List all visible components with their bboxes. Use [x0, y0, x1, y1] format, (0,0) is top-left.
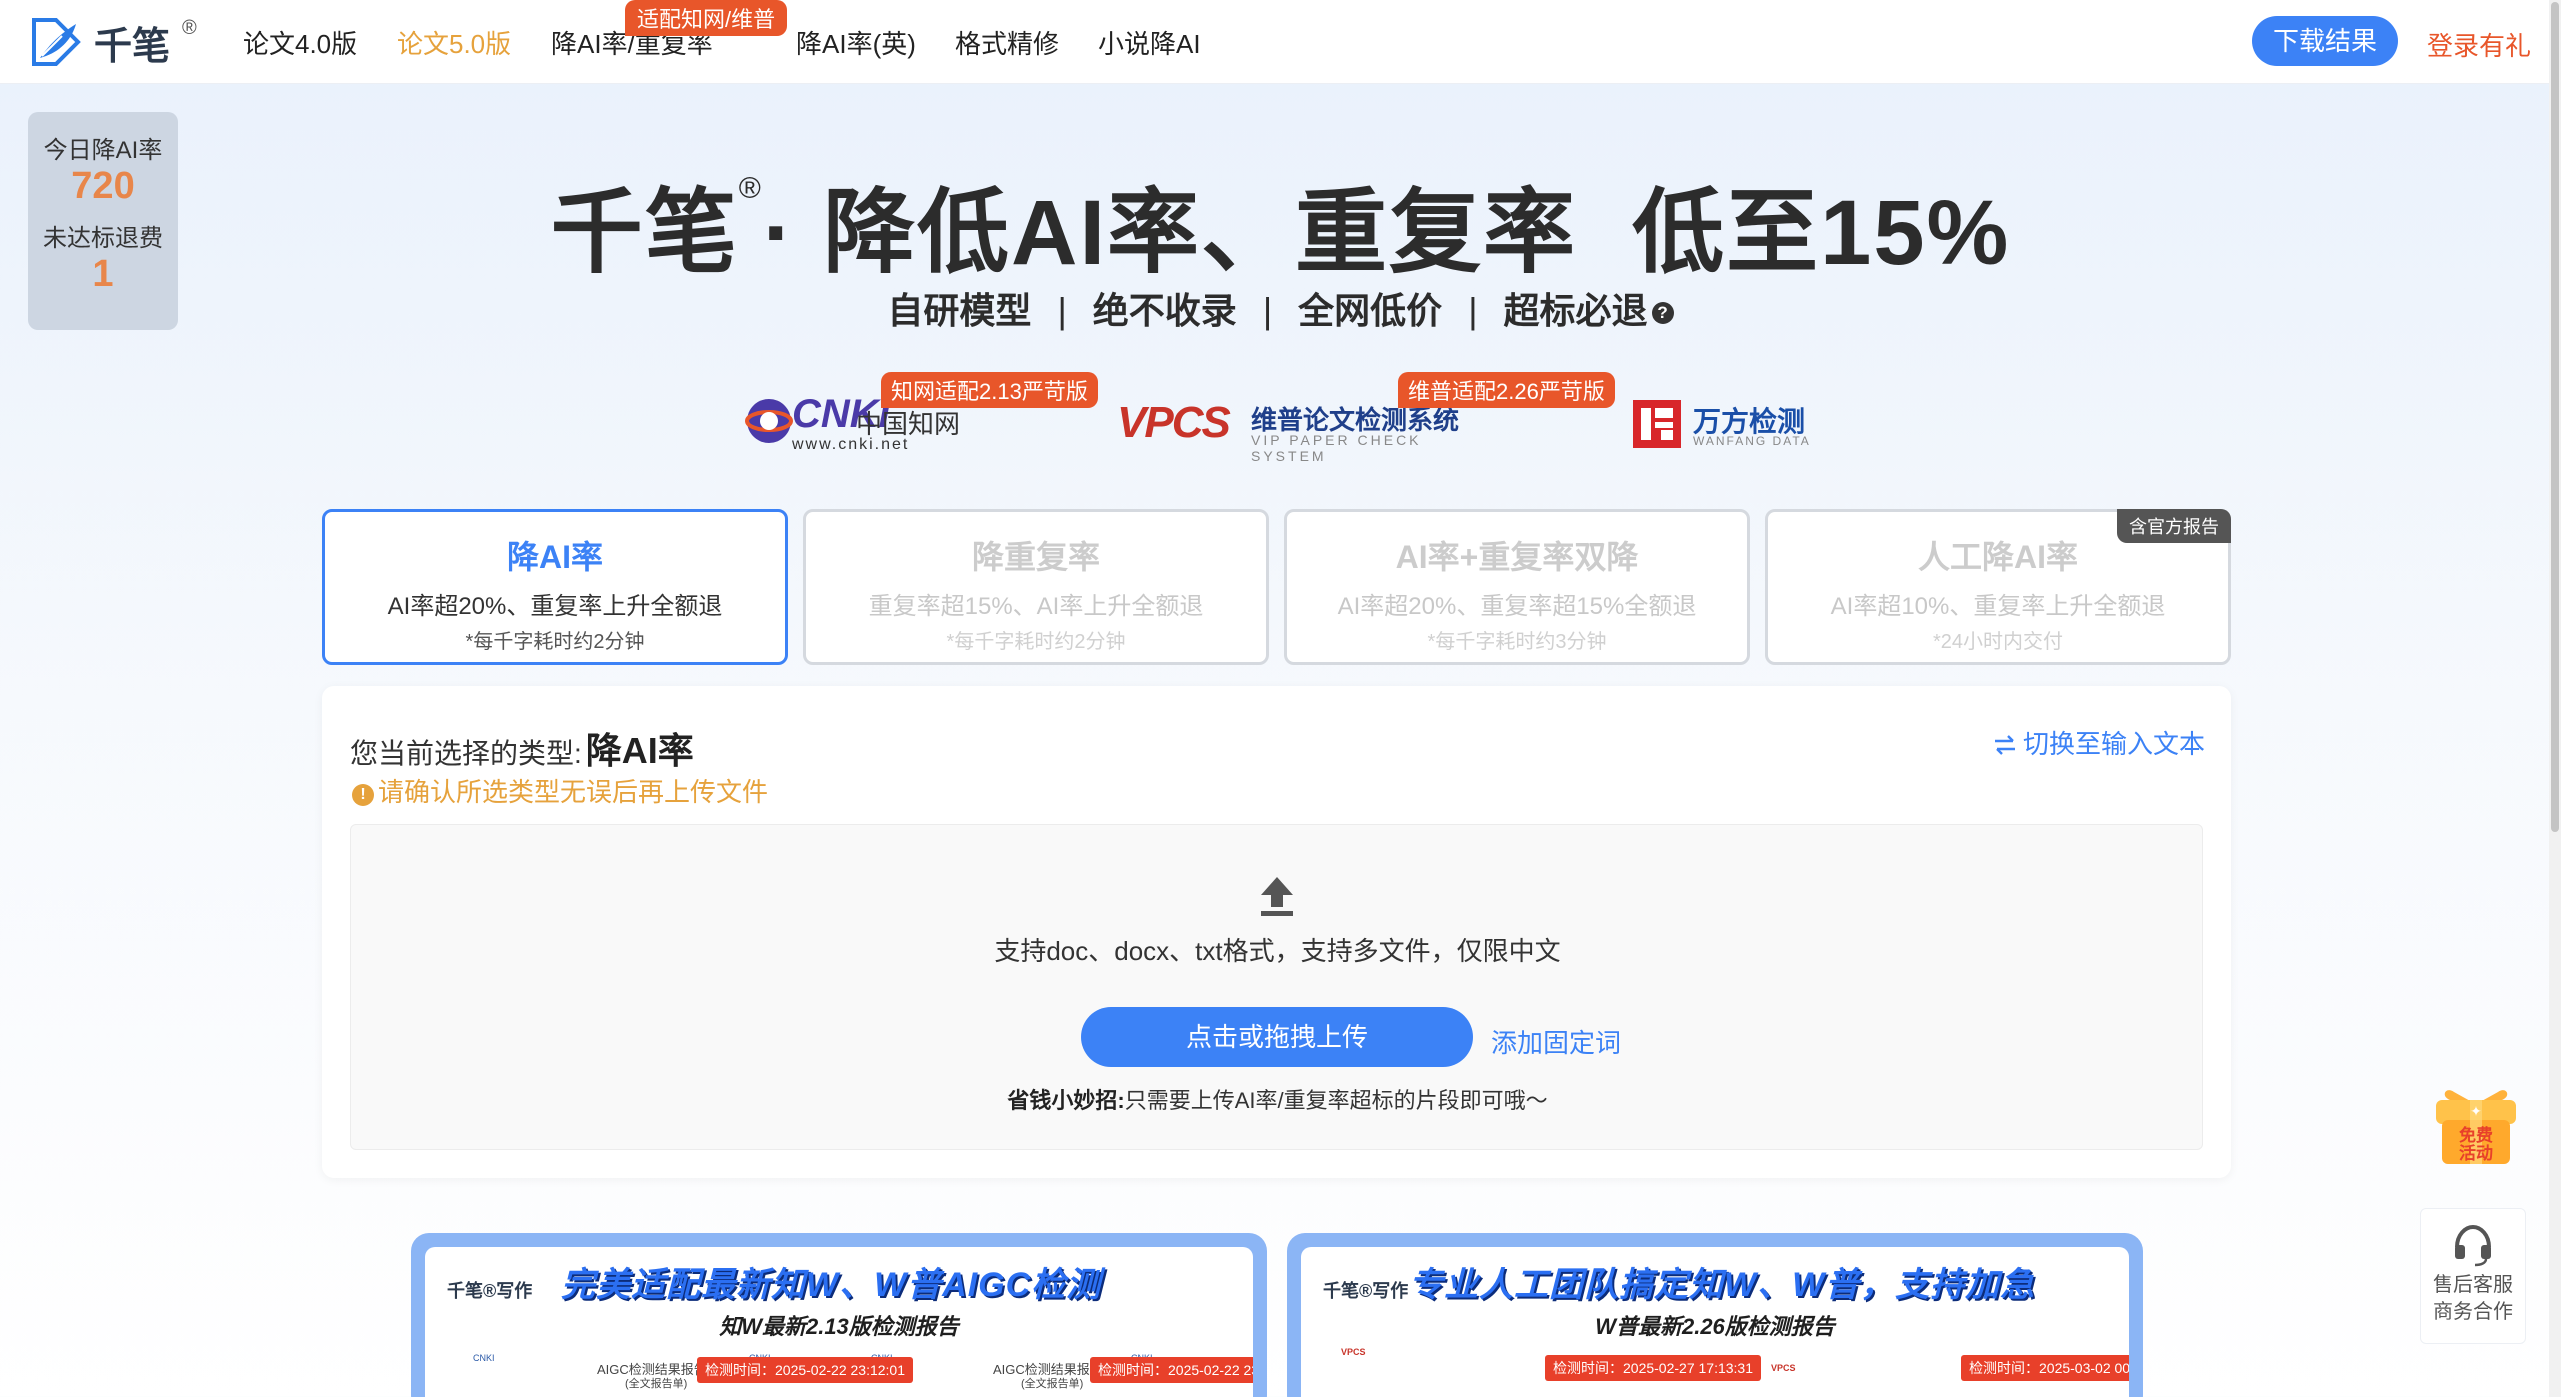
- report-time-2: 检测时间：2025-03-02 00:37:31: [1961, 1355, 2129, 1381]
- promo-line-1: 免费: [2459, 1126, 2493, 1145]
- report-banner-content: 千笔®写作 专业人工团队搞定知W、W普，支持加急 W普最新2.26版检测报告 V…: [1301, 1247, 2129, 1397]
- report-banner-vip[interactable]: 千笔®写作 专业人工团队搞定知W、W普，支持加急 W普最新2.26版检测报告 V…: [1287, 1233, 2143, 1397]
- feature-low-price: 全网低价: [1298, 290, 1443, 331]
- official-report-badge: 含官方报告: [2117, 509, 2231, 543]
- tip-text: 只需要上传AI率/重复率超标的片段即可哦～: [1124, 1088, 1548, 1113]
- promo-line-2: 活动: [2459, 1144, 2493, 1163]
- type-warning: ! 请确认所选类型无误后再上传文件: [352, 772, 768, 809]
- nav-item-thesis-5[interactable]: 论文5.0版: [397, 24, 511, 61]
- feature-no-record: 绝不收录: [1092, 290, 1237, 331]
- headset-icon: [2455, 1224, 2491, 1267]
- report-title: 专业人工团队搞定知W、W普，支持加急: [1409, 1266, 2036, 1304]
- nav-badge-compat: 适配知网/维普: [625, 0, 788, 36]
- nav-item-thesis-4[interactable]: 论文4.0版: [243, 24, 357, 61]
- selected-type-line: 您当前选择的类型: 降AI率: [350, 722, 694, 774]
- download-results-button[interactable]: 下载结果: [2252, 16, 2398, 66]
- report-banner-content: 千笔®写作 完美适配最新知W、W普AIGC检测 知W最新2.13版检测报告 CN…: [425, 1247, 1253, 1397]
- hero-title: 千笔®· 降低AI率、重复率 低至15%: [0, 158, 2561, 291]
- cnki-badge: 知网适配2.13严苛版: [881, 372, 1098, 408]
- type-title: 降重复率: [971, 539, 1100, 575]
- partner-wanfang: 万方检测 WANFANG DATA: [1633, 398, 1823, 450]
- top-nav-bar: 千笔 ® 论文4.0版 论文5.0版 降AI率/重复率 降AI率(英) 格式精修…: [0, 0, 2561, 84]
- selected-type-value: 降AI率: [585, 730, 694, 771]
- nav-item-reduce-ai-en[interactable]: 降AI率(英): [796, 24, 916, 61]
- switch-to-text-input-link[interactable]: 切换至输入文本: [1993, 724, 2205, 761]
- upload-button[interactable]: 点击或拖拽上传: [1081, 1007, 1473, 1067]
- wanfang-logo-icon: [1633, 400, 1681, 448]
- upload-icon: [1261, 877, 1293, 916]
- login-gift-link[interactable]: 登录有礼: [2427, 26, 2531, 63]
- service-line-1: 售后客服: [2433, 1274, 2513, 1296]
- type-card-manual-reduce-ai[interactable]: 含官方报告 人工降AI率 AI率超10%、重复率上升全额退 *24小时内交付: [1765, 509, 2231, 665]
- report-cnki-small-logo: CNKI: [473, 1353, 495, 1363]
- type-title: AI率+重复率双降: [1395, 539, 1639, 575]
- supported-formats-text: 支持doc、docx、txt格式，支持多文件，仅限中文: [994, 936, 1561, 966]
- type-card-dual-reduce[interactable]: AI率+重复率双降 AI率超20%、重复率超15%全额退 *每千字耗时约3分钟: [1284, 509, 1750, 665]
- wanfang-name-en: WANFANG DATA: [1693, 434, 1811, 448]
- hero-title-rest: · 降低AI率、重复率 低至15%: [762, 182, 2011, 284]
- money-saving-tip: 省钱小妙招:只需要上传AI率/重复率超标的片段即可哦～: [351, 1083, 2204, 1115]
- hero-reg-mark: ®: [738, 172, 763, 205]
- service-line-2: 商务合作: [2433, 1301, 2513, 1323]
- report-doc-sub-2: (全文报告单): [1021, 1378, 1084, 1390]
- report-subtitle: W普最新2.26版检测报告: [1595, 1314, 1835, 1339]
- nav-item-format-polish[interactable]: 格式精修: [955, 24, 1059, 61]
- tip-label: 省钱小妙招:: [1007, 1088, 1125, 1113]
- report-vpcs-small-logo-2: VPCS: [1771, 1363, 1796, 1373]
- scrollbar-thumb[interactable]: [2551, 2, 2559, 832]
- report-doc-sub: (全文报告单): [625, 1378, 688, 1390]
- type-desc: 重复率超15%、AI率上升全额退: [868, 593, 1204, 620]
- upload-panel: 您当前选择的类型: 降AI率 ! 请确认所选类型无误后再上传文件 切换至输入文本 支…: [322, 686, 2231, 1178]
- brand-name: 千笔: [94, 25, 171, 68]
- type-eta: *24小时内交付: [1932, 631, 2064, 653]
- cnki-url: www.cnki.net: [792, 436, 910, 453]
- type-desc: AI率超20%、重复率超15%全额退: [1337, 593, 1697, 620]
- type-desc: AI率超10%、重复率上升全额退: [1830, 593, 2166, 620]
- warning-icon: !: [352, 784, 374, 806]
- cnki-globe-icon: [745, 399, 793, 443]
- report-subtitle: 知W最新2.13版检测报告: [719, 1314, 959, 1339]
- report-time-2: 检测时间：2025-02-22 23:48:43: [1090, 1357, 1253, 1383]
- type-eta: *每千字耗时约2分钟: [465, 631, 645, 653]
- type-card-reduce-ai[interactable]: 降AI率 AI率超20%、重复率上升全额退 *每千字耗时约2分钟: [322, 509, 788, 665]
- type-desc: AI率超20%、重复率上升全额退: [387, 593, 723, 620]
- type-eta: *每千字耗时约3分钟: [1427, 631, 1607, 653]
- hero-brand: 千笔: [550, 182, 739, 284]
- hero-features: 自研模型 | 绝不收录 | 全网低价 | 超标必退?: [0, 282, 2561, 334]
- warning-text: 请确认所选类型无误后再上传文件: [378, 777, 769, 807]
- feature-refund: 超标必退: [1503, 290, 1648, 331]
- type-card-reduce-duplicate[interactable]: 降重复率 重复率超15%、AI率上升全额退 *每千字耗时约2分钟: [803, 509, 1269, 665]
- vpcs-mark: VPCS: [1117, 398, 1231, 447]
- brand-logo[interactable]: 千笔 ®: [26, 14, 197, 70]
- free-activity-widget[interactable]: ✦ 免费 活动: [2432, 1084, 2520, 1168]
- type-title: 降AI率: [506, 539, 603, 575]
- selected-type-prefix: 您当前选择的类型:: [350, 738, 582, 769]
- svg-text:✦: ✦: [2470, 1104, 2482, 1120]
- file-dropzone[interactable]: 支持doc、docx、txt格式，支持多文件，仅限中文 点击或拖拽上传 添加固定…: [350, 824, 2203, 1150]
- registered-mark: ®: [182, 16, 197, 39]
- customer-service-widget[interactable]: 售后客服 商务合作: [2420, 1208, 2526, 1344]
- type-eta: *每千字耗时约2分钟: [946, 631, 1126, 653]
- report-time-1: 检测时间：2025-02-22 23:12:01: [697, 1357, 913, 1383]
- swap-arrows-icon: [1994, 735, 2015, 755]
- nav-item-novel-reduce-ai[interactable]: 小说降AI: [1098, 24, 1201, 61]
- help-icon[interactable]: ?: [1651, 302, 1674, 325]
- report-brand: 千笔®写作: [1323, 1281, 1409, 1301]
- report-banner-cnki[interactable]: 千笔®写作 完美适配最新知W、W普AIGC检测 知W最新2.13版检测报告 CN…: [411, 1233, 1267, 1397]
- feather-logo-icon: [32, 18, 81, 66]
- report-vpcs-small-logo: VPCS: [1341, 1347, 1366, 1357]
- vpcs-badge: 维普适配2.26严苛版: [1398, 372, 1615, 408]
- vpcs-name-en: VIP PAPER CHECK SYSTEM: [1251, 432, 1422, 464]
- switch-label: 切换至输入文本: [2022, 729, 2205, 759]
- report-brand: 千笔®写作: [447, 1281, 533, 1301]
- report-time-1: 检测时间：2025-02-27 17:13:31: [1545, 1355, 1761, 1381]
- add-fixed-words-link[interactable]: 添加固定词: [1491, 1023, 1621, 1060]
- report-title: 完美适配最新知W、W普AIGC检测: [561, 1266, 1102, 1304]
- feature-self-model: 自研模型: [887, 290, 1032, 331]
